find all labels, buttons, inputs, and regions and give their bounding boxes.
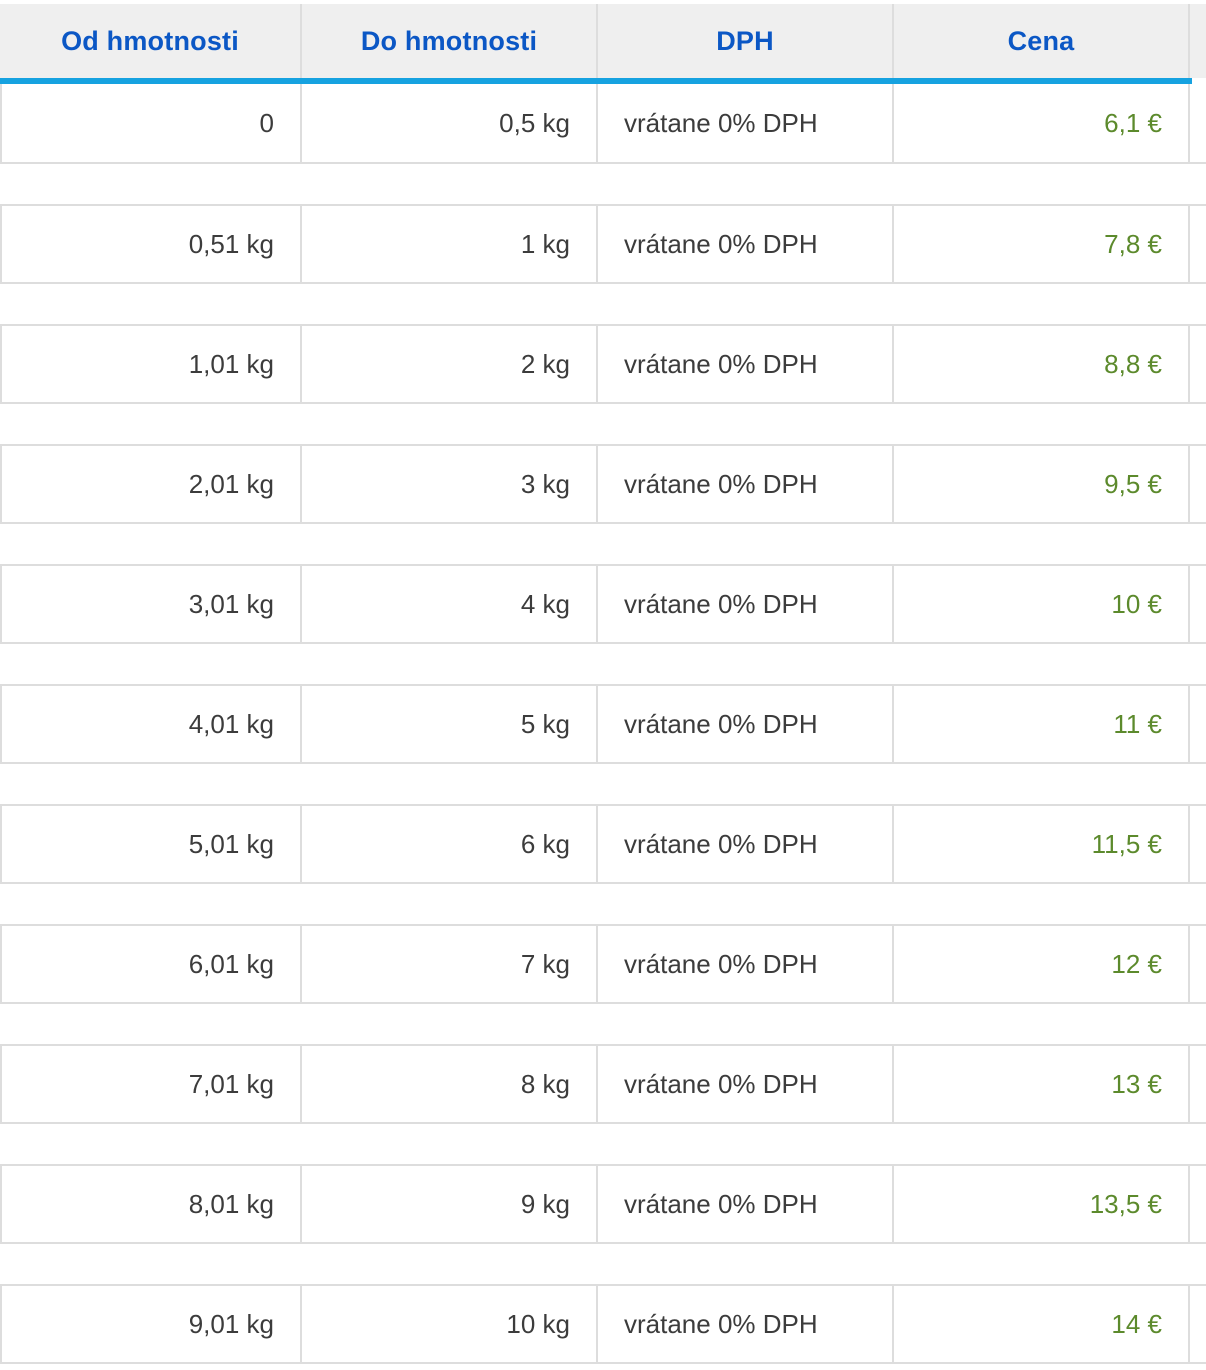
table-row: 5,01 kg 6 kg vrátane 0% DPH 11,5 € bbox=[0, 804, 1206, 924]
cell-vat: vrátane 0% DPH bbox=[598, 686, 894, 762]
cell-extra bbox=[1190, 926, 1206, 1002]
cell-to-weight: 2 kg bbox=[302, 326, 598, 402]
table-row: 2,01 kg 3 kg vrátane 0% DPH 9,5 € bbox=[0, 444, 1206, 564]
cell-from-weight: 0,51 kg bbox=[0, 206, 302, 282]
cell-price: 14 € bbox=[894, 1286, 1190, 1362]
table-row-cells: 0 0,5 kg vrátane 0% DPH 6,1 € bbox=[0, 84, 1206, 164]
column-header-to-weight: Do hmotnosti bbox=[302, 4, 598, 78]
cell-from-weight: 0 bbox=[0, 84, 302, 162]
table-body: 0 0,5 kg vrátane 0% DPH 6,1 €0,51 kg 1 kg vrá… bbox=[0, 84, 1206, 1370]
cell-extra bbox=[1190, 1166, 1206, 1242]
cell-extra bbox=[1190, 326, 1206, 402]
cell-to-weight: 5 kg bbox=[302, 686, 598, 762]
cell-extra bbox=[1190, 566, 1206, 642]
cell-to-weight: 1 kg bbox=[302, 206, 598, 282]
cell-vat: vrátane 0% DPH bbox=[598, 206, 894, 282]
cell-extra bbox=[1190, 806, 1206, 882]
cell-extra bbox=[1190, 446, 1206, 522]
cell-to-weight: 8 kg bbox=[302, 1046, 598, 1122]
table-row-cells: 1,01 kg 2 kg vrátane 0% DPH 8,8 € bbox=[0, 324, 1206, 404]
table-row-cells: 2,01 kg 3 kg vrátane 0% DPH 9,5 € bbox=[0, 444, 1206, 524]
table-row-cells: 5,01 kg 6 kg vrátane 0% DPH 11,5 € bbox=[0, 804, 1206, 884]
cell-price: 13,5 € bbox=[894, 1166, 1190, 1242]
cell-price: 7,8 € bbox=[894, 206, 1190, 282]
cell-price: 6,1 € bbox=[894, 84, 1190, 162]
table-row-cells: 8,01 kg 9 kg vrátane 0% DPH 13,5 € bbox=[0, 1164, 1206, 1244]
cell-from-weight: 8,01 kg bbox=[0, 1166, 302, 1242]
column-header-price: Cena bbox=[894, 4, 1190, 78]
cell-vat: vrátane 0% DPH bbox=[598, 1166, 894, 1242]
cell-extra bbox=[1190, 206, 1206, 282]
table-header-row: Od hmotnosti Do hmotnosti DPH Cena bbox=[0, 4, 1206, 78]
cell-price: 13 € bbox=[894, 1046, 1190, 1122]
table-row: 0 0,5 kg vrátane 0% DPH 6,1 € bbox=[0, 84, 1206, 204]
cell-from-weight: 2,01 kg bbox=[0, 446, 302, 522]
cell-price: 9,5 € bbox=[894, 446, 1190, 522]
cell-to-weight: 6 kg bbox=[302, 806, 598, 882]
table-row: 7,01 kg 8 kg vrátane 0% DPH 13 € bbox=[0, 1044, 1206, 1164]
cell-to-weight: 0,5 kg bbox=[302, 84, 598, 162]
cell-extra bbox=[1190, 1286, 1206, 1362]
cell-to-weight: 3 kg bbox=[302, 446, 598, 522]
cell-to-weight: 10 kg bbox=[302, 1286, 598, 1362]
cell-vat: vrátane 0% DPH bbox=[598, 326, 894, 402]
cell-vat: vrátane 0% DPH bbox=[598, 1286, 894, 1362]
cell-extra bbox=[1190, 84, 1206, 162]
cell-price: 11,5 € bbox=[894, 806, 1190, 882]
cell-from-weight: 9,01 kg bbox=[0, 1286, 302, 1362]
column-header-extra bbox=[1190, 4, 1206, 78]
cell-to-weight: 9 kg bbox=[302, 1166, 598, 1242]
cell-from-weight: 3,01 kg bbox=[0, 566, 302, 642]
cell-price: 12 € bbox=[894, 926, 1190, 1002]
cell-from-weight: 7,01 kg bbox=[0, 1046, 302, 1122]
table-row: 1,01 kg 2 kg vrátane 0% DPH 8,8 € bbox=[0, 324, 1206, 444]
cell-price: 10 € bbox=[894, 566, 1190, 642]
table-row-cells: 0,51 kg 1 kg vrátane 0% DPH 7,8 € bbox=[0, 204, 1206, 284]
cell-from-weight: 6,01 kg bbox=[0, 926, 302, 1002]
cell-from-weight: 1,01 kg bbox=[0, 326, 302, 402]
cell-vat: vrátane 0% DPH bbox=[598, 446, 894, 522]
column-header-vat: DPH bbox=[598, 4, 894, 78]
table-row: 9,01 kg 10 kg vrátane 0% DPH 14 € bbox=[0, 1284, 1206, 1370]
table-row: 3,01 kg 4 kg vrátane 0% DPH 10 € bbox=[0, 564, 1206, 684]
table-row-cells: 4,01 kg 5 kg vrátane 0% DPH 11 € bbox=[0, 684, 1206, 764]
table-row: 0,51 kg 1 kg vrátane 0% DPH 7,8 € bbox=[0, 204, 1206, 324]
column-header-from-weight: Od hmotnosti bbox=[0, 4, 302, 78]
cell-price: 11 € bbox=[894, 686, 1190, 762]
cell-vat: vrátane 0% DPH bbox=[598, 1046, 894, 1122]
cell-to-weight: 4 kg bbox=[302, 566, 598, 642]
cell-from-weight: 5,01 kg bbox=[0, 806, 302, 882]
cell-from-weight: 4,01 kg bbox=[0, 686, 302, 762]
shipping-price-table: Od hmotnosti Do hmotnosti DPH Cena 0 0,5 … bbox=[0, 0, 1206, 1370]
cell-price: 8,8 € bbox=[894, 326, 1190, 402]
table-row-cells: 9,01 kg 10 kg vrátane 0% DPH 14 € bbox=[0, 1284, 1206, 1364]
cell-extra bbox=[1190, 686, 1206, 762]
cell-vat: vrátane 0% DPH bbox=[598, 84, 894, 162]
table-row: 6,01 kg 7 kg vrátane 0% DPH 12 € bbox=[0, 924, 1206, 1044]
cell-vat: vrátane 0% DPH bbox=[598, 806, 894, 882]
table-row: 8,01 kg 9 kg vrátane 0% DPH 13,5 € bbox=[0, 1164, 1206, 1284]
table-row-cells: 7,01 kg 8 kg vrátane 0% DPH 13 € bbox=[0, 1044, 1206, 1124]
table-row-cells: 6,01 kg 7 kg vrátane 0% DPH 12 € bbox=[0, 924, 1206, 1004]
table-row: 4,01 kg 5 kg vrátane 0% DPH 11 € bbox=[0, 684, 1206, 804]
table-row-cells: 3,01 kg 4 kg vrátane 0% DPH 10 € bbox=[0, 564, 1206, 644]
cell-vat: vrátane 0% DPH bbox=[598, 926, 894, 1002]
cell-to-weight: 7 kg bbox=[302, 926, 598, 1002]
cell-extra bbox=[1190, 1046, 1206, 1122]
cell-vat: vrátane 0% DPH bbox=[598, 566, 894, 642]
table-header: Od hmotnosti Do hmotnosti DPH Cena bbox=[0, 0, 1206, 84]
